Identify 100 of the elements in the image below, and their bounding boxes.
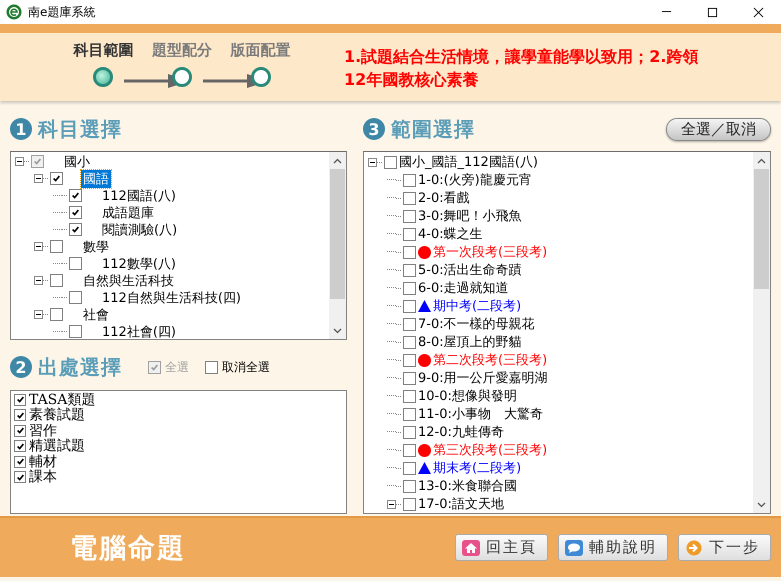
select-all-toggle-button[interactable]: 全選／取消 bbox=[666, 118, 771, 140]
checkbox[interactable] bbox=[403, 210, 416, 222]
checkbox[interactable] bbox=[403, 372, 416, 384]
next-step-button[interactable]: 下一步 bbox=[678, 534, 771, 561]
tree-item[interactable]: 閱讀測驗(八) bbox=[100, 220, 180, 238]
checkbox[interactable] bbox=[69, 223, 82, 236]
scrollbar[interactable] bbox=[329, 152, 346, 339]
tree-item[interactable]: 9-0:用一公斤愛嘉明湖 bbox=[416, 369, 550, 387]
collapse-icon[interactable] bbox=[34, 174, 43, 183]
checkbox[interactable] bbox=[50, 274, 63, 287]
tree-item[interactable]: 112社會(四) bbox=[100, 322, 178, 339]
checkbox[interactable] bbox=[403, 300, 416, 312]
checkbox[interactable] bbox=[205, 360, 218, 374]
checkbox[interactable] bbox=[69, 189, 82, 202]
tree-item[interactable]: 11-0:小事物 大驚奇 bbox=[416, 405, 545, 423]
collapse-icon[interactable] bbox=[34, 242, 43, 251]
collapse-icon[interactable] bbox=[34, 276, 43, 285]
checkbox[interactable] bbox=[69, 257, 82, 270]
step-marker[interactable] bbox=[250, 67, 271, 87]
checkbox[interactable] bbox=[403, 318, 416, 330]
collapse-icon[interactable] bbox=[15, 157, 24, 166]
tree-item[interactable]: 6-0:走過就知道 bbox=[416, 279, 511, 297]
collapse-icon[interactable] bbox=[368, 158, 377, 166]
source-label[interactable]: 課本 bbox=[29, 468, 57, 486]
tree-item[interactable]: 期末考(二段考) bbox=[431, 459, 524, 477]
checkbox[interactable] bbox=[14, 409, 26, 422]
tree-item[interactable]: 10-0:想像與發明 bbox=[416, 387, 519, 405]
tree-item[interactable]: 112自然與生活科技(四) bbox=[100, 288, 243, 306]
checkbox[interactable] bbox=[403, 228, 416, 240]
checkbox[interactable] bbox=[403, 480, 416, 492]
source-label[interactable]: 素養試題 bbox=[29, 406, 85, 424]
tree-item[interactable]: 期中考(二段考) bbox=[431, 297, 524, 315]
tree-item[interactable]: 社會 bbox=[81, 306, 111, 324]
checkbox[interactable] bbox=[384, 156, 397, 168]
checkbox[interactable] bbox=[14, 394, 26, 406]
checkbox[interactable] bbox=[50, 308, 63, 321]
clear-all-option[interactable]: 取消全選 bbox=[222, 358, 270, 376]
checkbox[interactable] bbox=[403, 354, 416, 366]
tree-item[interactable]: 2-0:看戲 bbox=[416, 189, 472, 207]
checkbox[interactable] bbox=[403, 462, 416, 474]
tree-item[interactable]: 第三次段考(三段考) bbox=[431, 441, 550, 459]
tree-item[interactable]: 7-0:不一樣的母親花 bbox=[416, 315, 537, 333]
tree-item[interactable]: 8-0:屋頂上的野貓 bbox=[416, 333, 524, 351]
checkbox[interactable] bbox=[69, 325, 82, 338]
checkbox[interactable] bbox=[14, 471, 26, 484]
checkmark-icon bbox=[150, 362, 159, 372]
scrollbar-thumb[interactable] bbox=[330, 169, 345, 299]
checkbox[interactable] bbox=[403, 282, 416, 294]
tree-item[interactable]: 國小_國語_112國語(八) bbox=[397, 153, 540, 171]
scrollbar[interactable] bbox=[753, 152, 770, 513]
step-marker[interactable] bbox=[93, 67, 114, 87]
home-button[interactable]: 回主頁 bbox=[455, 534, 548, 561]
checkbox[interactable] bbox=[50, 240, 63, 253]
checkbox[interactable] bbox=[14, 456, 26, 468]
checkbox[interactable] bbox=[403, 390, 416, 402]
tree-item[interactable]: 112數學(八) bbox=[100, 254, 178, 272]
notice-text: 1.試題結合生活情境，讓學童能學以致用；2.跨領 bbox=[344, 46, 698, 68]
collapse-icon[interactable] bbox=[34, 310, 43, 319]
tree-item[interactable]: 國小 bbox=[62, 152, 92, 170]
checkbox[interactable] bbox=[403, 336, 416, 348]
checkbox[interactable] bbox=[403, 174, 416, 186]
checkbox[interactable] bbox=[403, 408, 416, 420]
tree-item[interactable]: 17-0:語文天地 bbox=[416, 495, 506, 513]
tree-item[interactable]: 成語題庫 bbox=[100, 204, 156, 222]
tree-item[interactable]: 數學 bbox=[81, 238, 111, 256]
tree-item[interactable]: 4-0:蝶之生 bbox=[416, 225, 485, 243]
source-label[interactable]: 精選試題 bbox=[29, 437, 85, 456]
help-button[interactable]: 輔助說明 bbox=[558, 534, 668, 561]
tree-item[interactable]: 1-0:(火旁)龍慶元宵 bbox=[416, 171, 534, 189]
step-marker[interactable] bbox=[172, 67, 192, 87]
window-title: 南e題庫系統 bbox=[28, 4, 96, 20]
checkbox[interactable] bbox=[403, 246, 416, 258]
tree-item[interactable]: 國語 bbox=[81, 170, 111, 188]
scrollbar-thumb[interactable] bbox=[754, 169, 769, 289]
maximize-icon[interactable] bbox=[706, 6, 718, 18]
checkbox[interactable] bbox=[50, 172, 63, 185]
checkbox[interactable] bbox=[31, 155, 44, 168]
checkbox[interactable] bbox=[14, 424, 26, 437]
checkbox[interactable] bbox=[69, 291, 82, 304]
tree-item[interactable]: 自然與生活科技 bbox=[81, 272, 176, 290]
tree-item[interactable]: 12-0:九蛙傳奇 bbox=[416, 423, 506, 441]
checkbox[interactable] bbox=[14, 440, 26, 452]
tree-item[interactable]: 13-0:米食聯合國 bbox=[416, 477, 519, 495]
source-label[interactable]: 輔材 bbox=[29, 452, 57, 471]
tree-item[interactable]: 112國語(八) bbox=[100, 186, 178, 204]
close-icon[interactable] bbox=[752, 6, 764, 18]
tree-item[interactable]: 5-0:活出生命奇蹟 bbox=[416, 261, 524, 279]
checkbox[interactable] bbox=[403, 444, 416, 456]
checkbox[interactable] bbox=[69, 206, 82, 219]
source-label[interactable]: 習作 bbox=[29, 422, 57, 440]
collapse-icon[interactable] bbox=[387, 500, 396, 508]
tree-item[interactable]: 3-0:舞吧！小飛魚 bbox=[416, 207, 524, 225]
checkbox[interactable] bbox=[403, 498, 416, 510]
tree-item[interactable]: 第二次段考(三段考) bbox=[431, 351, 550, 369]
checkbox[interactable] bbox=[403, 264, 416, 276]
checkbox[interactable] bbox=[403, 192, 416, 204]
checkbox[interactable] bbox=[403, 426, 416, 438]
tree-item[interactable]: 第一次段考(三段考) bbox=[431, 243, 550, 261]
circle-icon bbox=[418, 246, 431, 258]
home-icon bbox=[462, 540, 480, 556]
